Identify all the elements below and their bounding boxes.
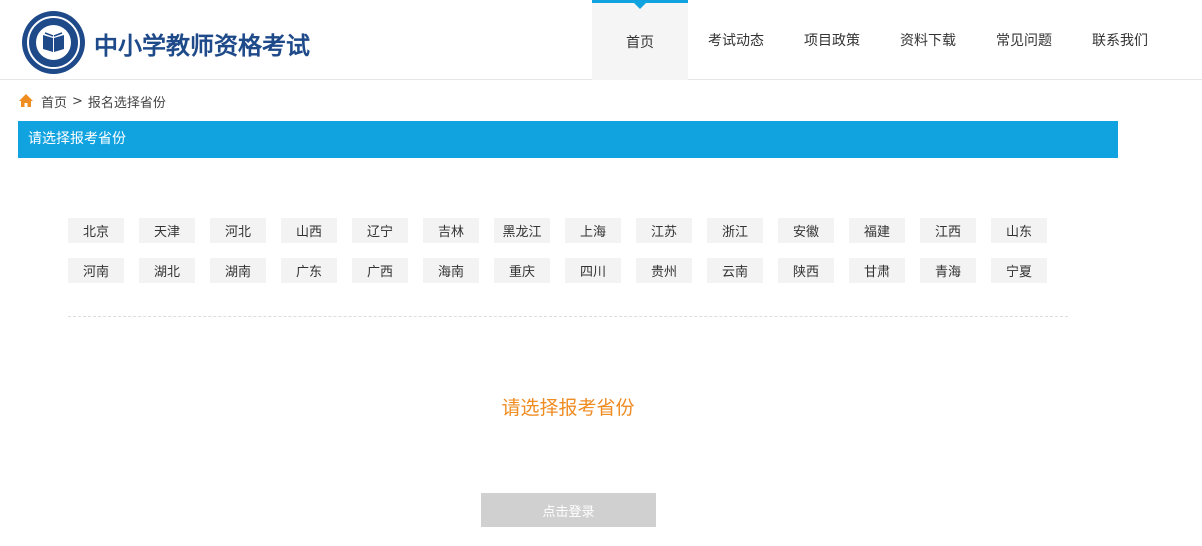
province-button[interactable]: 吉林	[423, 218, 479, 243]
province-button[interactable]: 陕西	[778, 258, 834, 283]
province-button[interactable]: 北京	[68, 218, 124, 243]
province-button[interactable]: 青海	[920, 258, 976, 283]
province-button[interactable]: 贵州	[636, 258, 692, 283]
site-logo[interactable]	[22, 11, 85, 74]
province-button[interactable]: 甘肃	[849, 258, 905, 283]
province-list: 北京 天津 河北 山西 辽宁 吉林 黑龙江 上海 江苏 浙江 安徽 福建 江西 …	[68, 218, 1068, 298]
nav-label: 首页	[626, 34, 654, 51]
nav-item-exam-news[interactable]: 考试动态	[688, 0, 784, 80]
province-button[interactable]: 上海	[565, 218, 621, 243]
select-province-prompt: 请选择报考省份	[501, 397, 635, 419]
header: 中小学教师资格考试 首页 考试动态 项目政策 资料下载 常见问题 联系我们	[0, 0, 1202, 80]
province-button[interactable]: 山西	[281, 218, 337, 243]
main-nav: 首页 考试动态 项目政策 资料下载 常见问题 联系我们	[592, 0, 1168, 80]
dashed-divider	[68, 316, 1068, 317]
province-button[interactable]: 江苏	[636, 218, 692, 243]
province-button[interactable]: 湖北	[139, 258, 195, 283]
province-button[interactable]: 辽宁	[352, 218, 408, 243]
province-button[interactable]: 天津	[139, 218, 195, 243]
nav-item-home[interactable]: 首页	[592, 0, 688, 80]
province-button[interactable]: 海南	[423, 258, 479, 283]
province-button[interactable]: 广西	[352, 258, 408, 283]
province-button[interactable]: 黑龙江	[494, 218, 550, 243]
province-row: 北京 天津 河北 山西 辽宁 吉林 黑龙江 上海 江苏 浙江 安徽 福建 江西 …	[68, 218, 1068, 243]
nav-item-policy[interactable]: 项目政策	[784, 0, 880, 80]
province-button[interactable]: 广东	[281, 258, 337, 283]
province-button[interactable]: 宁夏	[991, 258, 1047, 283]
breadcrumb-home-link[interactable]: 首页	[41, 92, 67, 111]
nav-label: 资料下载	[900, 33, 956, 49]
book-icon	[43, 32, 64, 52]
province-button[interactable]: 山东	[991, 218, 1047, 243]
province-button[interactable]: 河南	[68, 258, 124, 283]
nav-label: 常见问题	[996, 33, 1052, 49]
site-title: 中小学教师资格考试	[94, 32, 310, 60]
nav-label: 考试动态	[708, 33, 764, 49]
province-row: 河南 湖北 湖南 广东 广西 海南 重庆 四川 贵州 云南 陕西 甘肃 青海 宁…	[68, 258, 1068, 283]
breadcrumb-separator: >	[72, 93, 83, 109]
nav-label: 联系我们	[1092, 33, 1148, 49]
nav-item-faq[interactable]: 常见问题	[976, 0, 1072, 80]
province-button[interactable]: 云南	[707, 258, 763, 283]
login-button[interactable]: 点击登录	[481, 493, 656, 527]
nav-label: 项目政策	[804, 33, 860, 49]
nav-item-contact[interactable]: 联系我们	[1072, 0, 1168, 80]
province-button[interactable]: 安徽	[778, 218, 834, 243]
home-icon	[19, 94, 33, 107]
province-button[interactable]: 四川	[565, 258, 621, 283]
breadcrumb: 首页 > 报名选择省份	[18, 91, 166, 111]
province-button[interactable]: 福建	[849, 218, 905, 243]
section-title-bar: 请选择报考省份	[18, 121, 1118, 158]
active-caret-icon	[634, 3, 646, 9]
province-button[interactable]: 重庆	[494, 258, 550, 283]
province-button[interactable]: 河北	[210, 218, 266, 243]
nav-item-downloads[interactable]: 资料下载	[880, 0, 976, 80]
province-button[interactable]: 江西	[920, 218, 976, 243]
province-button[interactable]: 湖南	[210, 258, 266, 283]
province-button[interactable]: 浙江	[707, 218, 763, 243]
breadcrumb-current: 报名选择省份	[87, 95, 166, 111]
